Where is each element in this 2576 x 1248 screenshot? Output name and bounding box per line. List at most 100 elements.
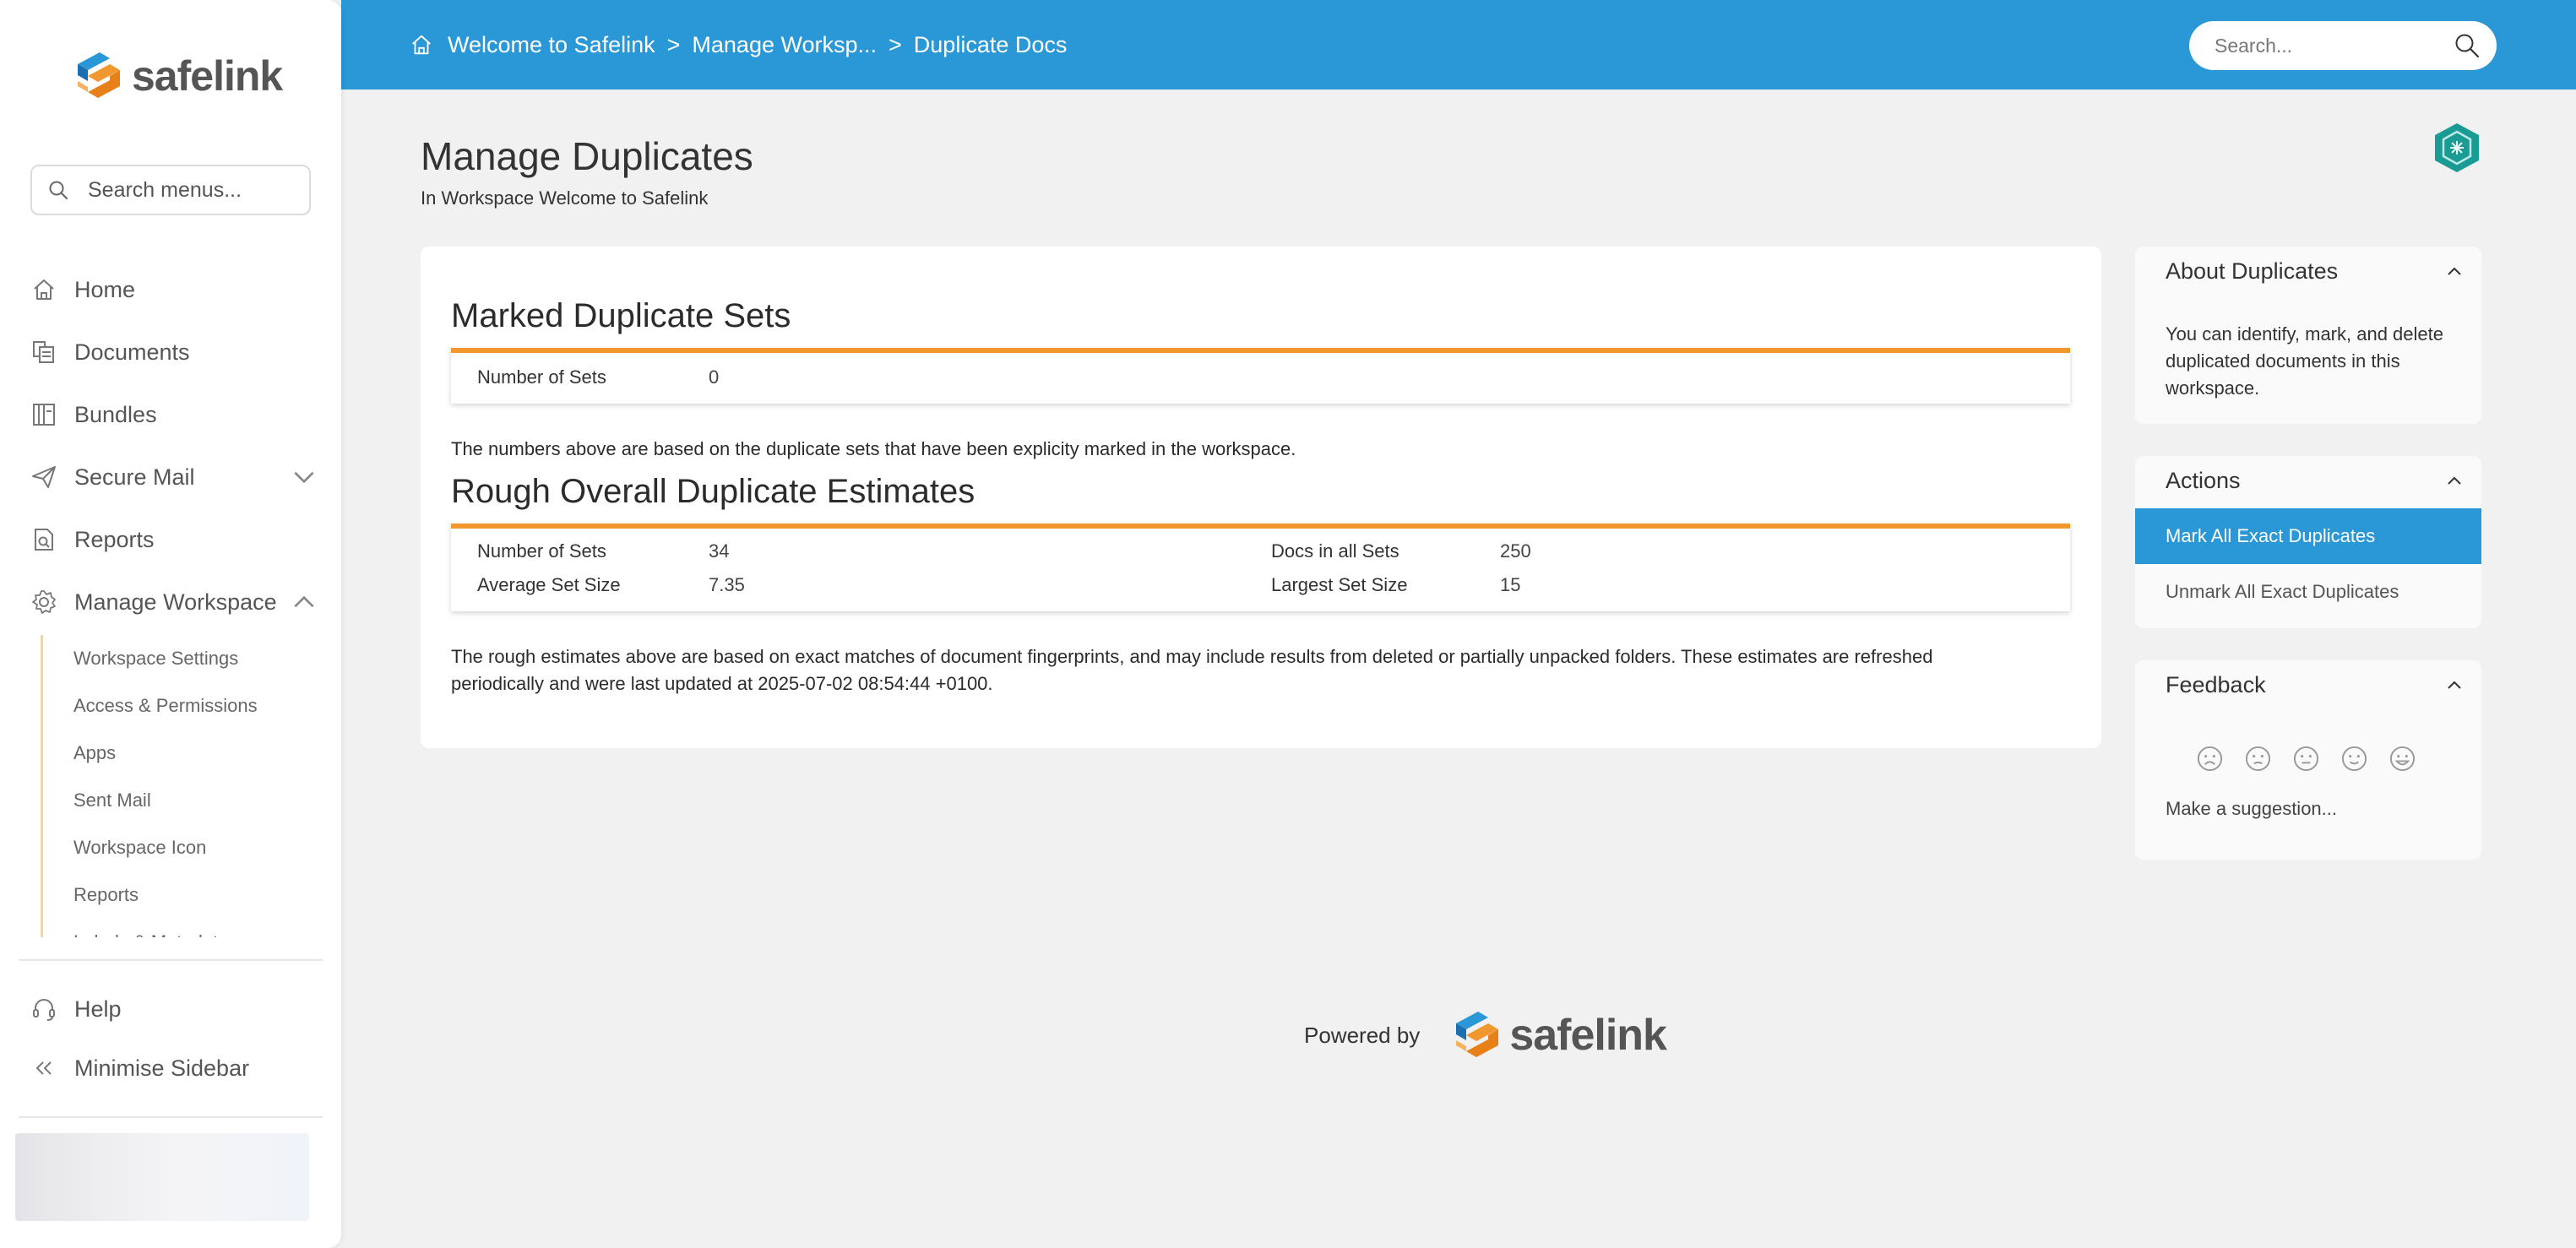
sidebar-item-label: Home <box>74 276 136 302</box>
unmark-all-exact-duplicates-button[interactable]: Unmark All Exact Duplicates <box>2135 564 2481 620</box>
sidebar-search[interactable] <box>30 165 311 215</box>
global-search[interactable] <box>2189 21 2497 70</box>
submenu-item-workspace-settings[interactable]: Workspace Settings <box>43 635 311 682</box>
sidebar-item-label: Bundles <box>74 401 157 427</box>
user-profile-card[interactable] <box>15 1133 309 1221</box>
search-icon <box>49 181 68 200</box>
page-subtitle: In Workspace Welcome to Safelink <box>421 187 709 209</box>
minimise-sidebar-button[interactable]: Minimise Sidebar <box>30 1047 318 1089</box>
send-icon <box>32 466 56 488</box>
safelink-logo-icon <box>78 52 120 98</box>
sad-face-icon[interactable] <box>2244 745 2272 773</box>
sidebar-item-secure-mail[interactable]: Secure Mail <box>30 456 318 498</box>
gear-icon <box>32 590 56 614</box>
stat-value: 0 <box>709 366 720 388</box>
marked-sets-note: The numbers above are based on the dupli… <box>451 438 1296 459</box>
feedback-panel: Feedback Make a suggestion... <box>2135 660 2481 860</box>
chevron-up-icon[interactable] <box>291 589 318 616</box>
feedback-rating <box>2196 745 2416 773</box>
stat-label: Average Set Size <box>477 574 621 595</box>
sidebar-divider <box>19 959 323 961</box>
sidebar-item-reports[interactable]: Reports <box>30 518 318 561</box>
powered-by-label: Powered by <box>1304 1022 1421 1048</box>
panel-title: Actions <box>2166 468 2241 493</box>
make-suggestion-link[interactable]: Make a suggestion... <box>2166 795 2453 822</box>
sidebar-search-input[interactable] <box>88 177 291 203</box>
workspace-badge[interactable] <box>2432 122 2481 178</box>
panel-title: About Duplicates <box>2166 258 2339 284</box>
powered-by-footer: Powered by safelink <box>1304 1005 1667 1066</box>
bundles-icon <box>33 404 55 426</box>
double-chevron-left-icon <box>35 1061 52 1075</box>
mark-all-exact-duplicates-button[interactable]: Mark All Exact Duplicates <box>2135 508 2481 564</box>
sidebar-item-label: Secure Mail <box>74 464 195 490</box>
chevron-up-icon[interactable] <box>2444 262 2465 282</box>
stat-value: 250 <box>1500 540 1531 562</box>
panel-title: Feedback <box>2166 672 2266 697</box>
submenu-item-workspace-icon[interactable]: Workspace Icon <box>43 824 311 871</box>
reports-icon <box>35 529 53 551</box>
submenu-item-labels-metadata[interactable]: Labels & Metadata <box>43 919 311 937</box>
rough-estimates-note: The rough estimates above are based on e… <box>451 643 1932 697</box>
sidebar-item-documents[interactable]: Documents <box>30 331 318 373</box>
global-search-input[interactable] <box>2215 34 2443 57</box>
safelink-logo-icon <box>1456 1012 1499 1057</box>
happy-face-icon[interactable] <box>2340 745 2368 773</box>
brand-wordmark: safelink <box>1509 1011 1667 1060</box>
documents-icon <box>33 341 54 363</box>
submenu-item-reports[interactable]: Reports <box>43 871 311 919</box>
about-duplicates-panel: About Duplicates You can identify, mark,… <box>2135 247 2481 424</box>
chevron-down-icon[interactable] <box>291 464 318 491</box>
breadcrumb-manage-workspace[interactable]: Manage Worksp... <box>692 32 877 58</box>
chevron-up-icon[interactable] <box>2444 676 2465 696</box>
sidebar-item-label: Reports <box>74 526 155 552</box>
sidebar: safelink Home Documents Bundles Secure M… <box>0 0 341 1248</box>
stat-label: Number of Sets <box>477 366 606 388</box>
breadcrumb-current: Duplicate Docs <box>913 31 1068 57</box>
sidebar-item-bundles[interactable]: Bundles <box>30 393 318 436</box>
neutral-face-icon[interactable] <box>2292 745 2320 773</box>
sidebar-item-label: Manage Workspace <box>74 589 277 615</box>
submenu-item-access-permissions[interactable]: Access & Permissions <box>43 682 311 730</box>
chevron-up-icon[interactable] <box>2444 471 2465 491</box>
submenu-item-sent-mail[interactable]: Sent Mail <box>43 777 311 824</box>
note-line: The rough estimates above are based on e… <box>451 646 1933 667</box>
brand-wordmark: safelink <box>132 52 283 100</box>
stat-value: 7.35 <box>709 574 745 595</box>
stat-value: 34 <box>709 540 730 562</box>
safelink-logo[interactable]: safelink <box>73 46 283 106</box>
sidebar-item-label: Help <box>74 996 122 1022</box>
duplicates-card: Marked Duplicate Sets Number of Sets 0 T… <box>421 247 2101 748</box>
very-sad-face-icon[interactable] <box>2196 745 2224 773</box>
headset-icon <box>33 999 55 1021</box>
breadcrumb-workspace[interactable]: Welcome to Safelink <box>448 32 655 58</box>
sidebar-item-label: Documents <box>74 339 190 365</box>
search-icon[interactable] <box>2453 31 2481 60</box>
note-line: periodically and were last updated at 20… <box>451 673 993 694</box>
breadcrumb-separator: > <box>889 31 902 57</box>
marked-sets-title: Marked Duplicate Sets <box>451 297 791 334</box>
sidebar-item-home[interactable]: Home <box>30 269 318 311</box>
marked-sets-stats: Number of Sets 0 <box>451 348 2070 404</box>
stat-label: Number of Sets <box>477 540 606 562</box>
breadcrumb: Welcome to Safelink > Manage Worksp... >… <box>409 0 1067 90</box>
sidebar-item-manage-workspace[interactable]: Manage Workspace <box>30 581 318 623</box>
about-duplicates-text: You can identify, mark, and delete dupli… <box>2166 323 2443 399</box>
submenu-item-apps[interactable]: Apps <box>43 730 311 777</box>
sidebar-divider <box>19 1116 323 1118</box>
stat-label: Largest Set Size <box>1271 574 1408 595</box>
breadcrumb-separator: > <box>666 31 681 57</box>
sidebar-item-label: Minimise Sidebar <box>74 1055 250 1081</box>
home-icon <box>34 279 54 300</box>
home-icon[interactable] <box>409 32 434 57</box>
stat-value: 15 <box>1500 574 1521 595</box>
sidebar-item-help[interactable]: Help <box>30 988 318 1030</box>
workspace-icon <box>2435 123 2479 172</box>
rough-estimates-stats: Number of Sets 34 Docs in all Sets 250 A… <box>451 524 2070 611</box>
very-happy-face-icon[interactable] <box>2389 745 2416 773</box>
top-header: Welcome to Safelink > Manage Worksp... >… <box>341 0 2576 90</box>
rough-estimates-title: Rough Overall Duplicate Estimates <box>451 473 976 510</box>
page-title: Manage Duplicates <box>421 134 753 178</box>
stat-label: Docs in all Sets <box>1271 540 1399 562</box>
manage-workspace-submenu: Workspace Settings Access & Permissions … <box>41 635 311 937</box>
